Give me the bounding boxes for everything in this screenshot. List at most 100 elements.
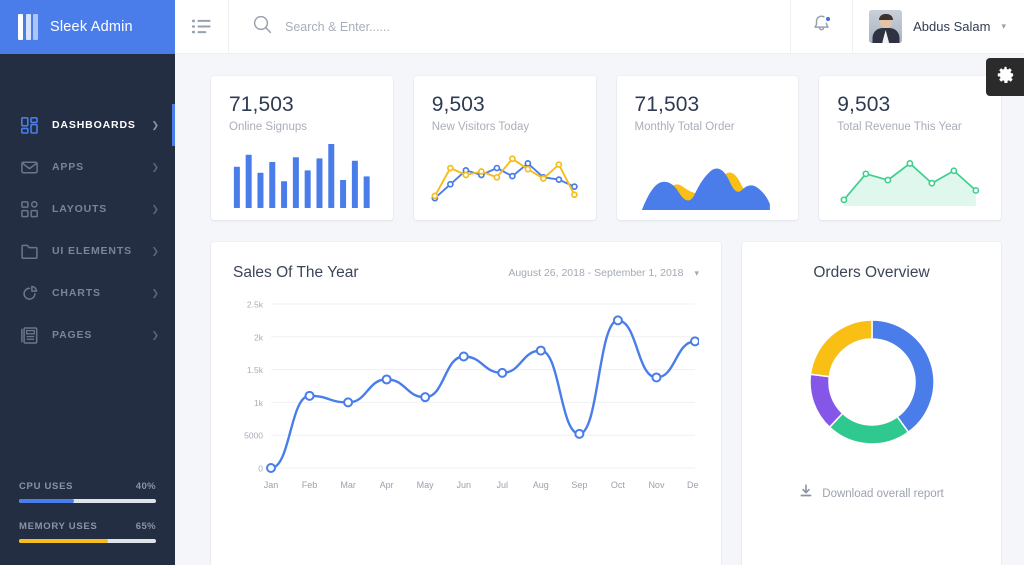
svg-text:Oct: Oct — [611, 480, 626, 490]
usage-label: MEMORY USES — [19, 521, 98, 532]
layouts-grid-icon — [19, 199, 39, 219]
topbar: Abdus Salam ▾ — [175, 0, 1024, 54]
chevron-right-icon: ❯ — [151, 329, 159, 340]
sidebar-item-label: UI ELEMENTS — [52, 245, 132, 257]
stat-value: 71,503 — [634, 93, 700, 116]
stat-card-total-revenue: 9,503 Total Revenue This Year — [819, 76, 1001, 220]
sales-of-the-year-card: Sales Of The Year August 26, 2018 - Sept… — [211, 242, 721, 565]
sidebar-item-label: CHARTS — [52, 287, 101, 299]
stat-label: Total Revenue This Year — [837, 121, 962, 133]
stat-label: Monthly Total Order — [634, 121, 735, 133]
stat-cards-row: 71,503 Online Signups 9,503 New Visitors… — [211, 76, 1001, 220]
download-report-link[interactable]: Download overall report — [742, 484, 1001, 503]
chevron-down-icon: ▾ — [1001, 21, 1006, 31]
stat-value: 9,503 — [431, 93, 485, 116]
brand-header[interactable]: Sleek Admin — [0, 0, 175, 54]
memory-usage-fill — [19, 539, 109, 543]
svg-text:Aug: Aug — [533, 480, 549, 490]
stat-card-monthly-total-order: 71,503 Monthly Total Order — [616, 76, 799, 220]
sidebar: Sleek Admin DASHBOARDS ❯ APPS ❯ LAYOUTS … — [0, 0, 175, 565]
sidebar-item-ui-elements[interactable]: UI ELEMENTS ❯ — [0, 230, 175, 272]
sidebar-item-dashboards[interactable]: DASHBOARDS ❯ — [0, 104, 175, 146]
signups-bar-chart — [211, 138, 393, 210]
settings-panel-button[interactable] — [986, 58, 1024, 96]
sales-title: Sales Of The Year — [233, 264, 359, 281]
user-name: Abdus Salam — [913, 19, 991, 34]
list-menu-icon[interactable] — [175, 0, 229, 54]
search-icon — [253, 15, 272, 39]
orders-title: Orders Overview — [813, 264, 930, 281]
avatar — [869, 10, 903, 43]
svg-text:Jan: Jan — [264, 480, 279, 490]
stat-label: Online Signups — [229, 121, 307, 133]
svg-text:Feb: Feb — [302, 480, 318, 490]
chevron-down-icon: ▾ — [694, 267, 699, 278]
svg-text:Nov: Nov — [648, 480, 665, 490]
notifications-button[interactable] — [790, 0, 852, 54]
search-bar[interactable] — [229, 15, 790, 39]
sidebar-item-charts[interactable]: CHARTS ❯ — [0, 272, 175, 314]
user-menu[interactable]: Abdus Salam ▾ — [852, 0, 1024, 54]
chevron-right-icon: ❯ — [151, 203, 159, 214]
pie-chart-icon — [19, 283, 39, 303]
dashboard-content: 71,503 Online Signups 9,503 New Visitors… — [175, 54, 1024, 565]
chevron-right-icon: ❯ — [151, 119, 159, 130]
search-input[interactable] — [285, 19, 685, 34]
stat-value: 71,503 — [229, 93, 294, 116]
svg-text:1k: 1k — [254, 398, 264, 408]
usage-row-memory: MEMORY USES 65% — [19, 521, 156, 543]
sidebar-item-label: LAYOUTS — [52, 203, 108, 215]
pages-document-icon — [19, 325, 39, 345]
svg-text:0: 0 — [258, 464, 263, 474]
svg-text:Jul: Jul — [497, 480, 509, 490]
brand-title: Sleek Admin — [50, 19, 133, 35]
orders-donut-chart — [742, 302, 1001, 462]
folder-icon — [19, 241, 39, 261]
svg-text:Dec: Dec — [687, 480, 699, 490]
svg-text:2k: 2k — [254, 332, 264, 342]
chevron-right-icon: ❯ — [151, 161, 159, 172]
sales-line-chart: 0 5000 1k 1.5k 2k 2.5k Jan Feb Mar Apr May Jun Jul Au… — [233, 296, 699, 508]
chevron-right-icon: ❯ — [151, 245, 159, 256]
orders-overview-card: Orders Overview Download overall report — [742, 242, 1001, 565]
usage-row-cpu: CPU USES 40% — [19, 481, 156, 503]
svg-text:Mar: Mar — [340, 480, 356, 490]
chevron-right-icon: ❯ — [151, 287, 159, 298]
bars-logo-icon — [18, 14, 38, 40]
dashboard-grid-icon — [19, 115, 39, 135]
resource-usage-panel: CPU USES 40% MEMORY USES 65% — [0, 481, 175, 565]
stat-value: 9,503 — [837, 93, 891, 116]
orders-area-chart — [617, 138, 799, 210]
sidebar-item-label: DASHBOARDS — [52, 119, 136, 131]
sidebar-active-indicator — [172, 104, 175, 146]
sidebar-item-pages[interactable]: PAGES ❯ — [0, 314, 175, 356]
stat-card-online-signups: 71,503 Online Signups — [211, 76, 393, 220]
sidebar-nav: DASHBOARDS ❯ APPS ❯ LAYOUTS ❯ UI ELEMENT… — [0, 104, 175, 356]
sidebar-item-label: PAGES — [52, 329, 93, 341]
revenue-area-line-chart — [819, 138, 1001, 210]
usage-value: 65% — [135, 521, 156, 532]
svg-text:Apr: Apr — [380, 480, 394, 490]
sidebar-item-apps[interactable]: APPS ❯ — [0, 146, 175, 188]
svg-text:May: May — [417, 480, 435, 490]
visitors-dual-line-chart — [414, 138, 596, 210]
svg-text:2.5k: 2.5k — [247, 300, 264, 310]
app-root: Sleek Admin DASHBOARDS ❯ APPS ❯ LAYOUTS … — [0, 0, 1024, 565]
date-range-picker[interactable]: August 26, 2018 - September 1, 2018 ▾ — [508, 267, 699, 279]
usage-value: 40% — [135, 481, 156, 492]
svg-text:Jun: Jun — [456, 480, 471, 490]
stat-label: New Visitors Today — [431, 121, 530, 133]
main-area: Abdus Salam ▾ 71,503 Online Signups — [175, 0, 1024, 565]
notification-badge — [824, 14, 833, 23]
sidebar-item-layouts[interactable]: LAYOUTS ❯ — [0, 188, 175, 230]
svg-text:Sep: Sep — [571, 480, 587, 490]
memory-usage-bar — [19, 539, 156, 543]
sidebar-item-label: APPS — [52, 161, 84, 173]
stat-card-new-visitors: 9,503 New Visitors Today — [413, 76, 596, 220]
svg-text:5000: 5000 — [244, 431, 263, 441]
envelope-icon — [19, 157, 39, 177]
download-icon — [799, 484, 813, 503]
svg-text:1.5k: 1.5k — [247, 365, 264, 375]
charts-row: Sales Of The Year August 26, 2018 - Sept… — [211, 242, 1001, 565]
download-report-label: Download overall report — [822, 487, 944, 500]
